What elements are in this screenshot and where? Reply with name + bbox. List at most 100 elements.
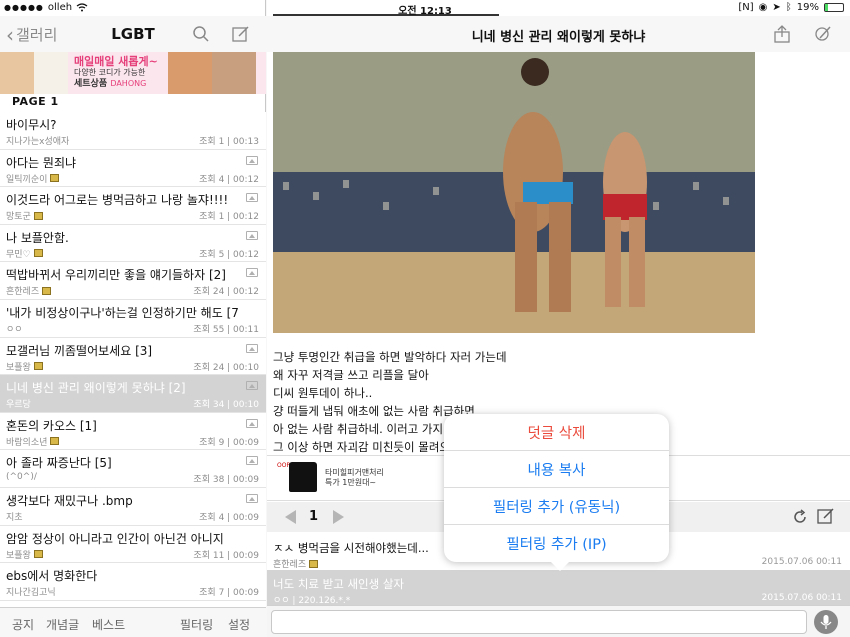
wrestling-photo-image bbox=[273, 52, 755, 333]
post-list-item[interactable]: 혼돈의 카오스 [1] 바람의소년 조회 9 | 00:09 bbox=[0, 412, 266, 451]
share-icon[interactable] bbox=[773, 25, 791, 43]
copy-content-button[interactable]: 내용 복사 bbox=[444, 451, 669, 488]
delete-comment-button[interactable]: 덧글 삭제 bbox=[444, 414, 669, 451]
post-author: 우르당 bbox=[6, 397, 31, 410]
ad-banner[interactable]: 매일매일 새롭게~ 다양한 코디가 가능한 세트상품 DAHONG bbox=[0, 52, 266, 94]
author-name: 무민♡ bbox=[6, 249, 31, 260]
write-comment-icon[interactable] bbox=[817, 507, 835, 525]
post-meta: 조회 11 | 00:09 bbox=[193, 550, 259, 561]
banner-model-image bbox=[0, 52, 34, 94]
post-title: 니네 병신 관리 왜이렇게 못하냐 bbox=[471, 30, 646, 45]
comment-action-popover: 덧글 삭제 내용 복사 필터링 추가 (유동닉) 필터링 추가 (IP) bbox=[444, 414, 669, 571]
author-name: 지나간김고닉 bbox=[6, 588, 56, 599]
gallery-title: LGBT bbox=[111, 25, 155, 43]
post-list-item[interactable]: 니네 병신 관리 왜이렇게 못하냐 [2] 우르당 조회 34 | 00:10 bbox=[0, 375, 266, 413]
post-title: 떡밥바뀌서 우리끼리만 좋을 얘기들하자 [2] bbox=[6, 268, 226, 283]
post-list-item[interactable]: 암암 정상이 아니라고 인간이 아닌건 아니지보플왕 조회 11 | 00:09 bbox=[0, 525, 266, 564]
banner-brand: DAHONG bbox=[110, 79, 147, 88]
status-bar: ●●●●● olleh 오전 12:13 [N] ◉ ➤ ᛒ 19% bbox=[0, 0, 850, 17]
post-list-item[interactable]: ebs에서 명화한다지나간김고닉 조회 7 | 00:09 bbox=[0, 563, 266, 601]
microphone-icon[interactable] bbox=[814, 610, 838, 634]
comment-date: 2015.07.06 00:11 bbox=[761, 593, 842, 603]
bluetooth-icon: ᛒ bbox=[785, 2, 792, 13]
member-badge-icon bbox=[42, 286, 52, 295]
member-badge-icon bbox=[33, 249, 43, 258]
post-title: 암암 정상이 아니라고 인간이 아닌건 아니지 bbox=[6, 531, 224, 546]
member-badge-icon bbox=[33, 550, 43, 559]
post-meta: 조회 4 | 00:09 bbox=[199, 512, 259, 523]
post-title: 생각보다 재밌구나 .bmp bbox=[6, 493, 133, 508]
member-badge-icon bbox=[50, 437, 60, 446]
author-name: 일틱끼순이 bbox=[6, 174, 48, 185]
post-meta: 조회 24 | 00:12 bbox=[193, 287, 259, 298]
post-author: (^0^)/ bbox=[6, 472, 37, 482]
left-nav-bar: ‹ 갤러리 LGBT bbox=[0, 16, 266, 52]
post-title: 아다는 뭔죄냐 bbox=[6, 155, 77, 170]
member-badge-icon bbox=[33, 211, 43, 220]
comment-input[interactable] bbox=[271, 610, 807, 634]
post-list-item[interactable]: 생각보다 재밌구나 .bmp 지초 조회 4 | 00:09 bbox=[0, 487, 266, 526]
post-meta: 조회 1 | 00:12 bbox=[199, 212, 259, 223]
location-icon: ➤ bbox=[772, 2, 781, 13]
next-page-icon[interactable] bbox=[333, 510, 344, 524]
tab-settings[interactable]: 설정 bbox=[228, 616, 250, 633]
tab-filtering[interactable]: 필터링 bbox=[180, 616, 213, 633]
image-attachment-icon bbox=[246, 381, 258, 391]
post-list-item[interactable]: 나 보플안함. 무민♡ 조회 5 | 00:12 bbox=[0, 224, 266, 263]
post-author: 무민♡ bbox=[6, 247, 43, 260]
post-list-item[interactable]: 아 졸라 짜증난다 [5] (^0^)/ 조회 38 | 00:09 bbox=[0, 450, 266, 488]
post-meta: 조회 4 | 00:12 bbox=[199, 174, 259, 185]
post-author: 지나가는x성애자 bbox=[6, 134, 69, 147]
banner-model-image bbox=[212, 52, 256, 94]
app-root: ●●●●● olleh 오전 12:13 [N] ◉ ➤ ᛒ 19% ‹ 갤러리… bbox=[0, 0, 850, 637]
post-list: 바이무시? 지나가는x성애자 조회 1 | 00:13 아다는 뭔죄냐 일틱끼순이 조회 … bbox=[0, 112, 266, 637]
n-badge: [N] bbox=[738, 2, 754, 13]
refresh-icon[interactable] bbox=[791, 508, 809, 526]
mic-glyph bbox=[820, 615, 832, 629]
post-title: ebs에서 명화한다 bbox=[6, 569, 98, 584]
post-meta: 조회 38 | 00:09 bbox=[193, 475, 259, 486]
author-name: 보플왕 bbox=[6, 550, 31, 561]
ad-line1: 타미힐피거맨처리 bbox=[325, 468, 384, 477]
image-attachment-icon bbox=[246, 193, 258, 203]
post-meta: 조회 1 | 00:13 bbox=[199, 137, 259, 147]
comment-item[interactable]: 너도 치료 받고 새인생 살자 ㅇㅇ | 220.126.*.* 2015.07.0… bbox=[267, 570, 850, 606]
post-photo bbox=[273, 52, 755, 333]
image-attachment-icon bbox=[246, 493, 258, 503]
post-list-item[interactable]: 떡밥바뀌서 우리끼리만 좋을 얘기들하자 [2] 흔한레즈 조회 24 | 00:1… bbox=[0, 262, 266, 300]
post-list-item[interactable]: 바이무시? 지나가는x성애자 조회 1 | 00:13 bbox=[0, 112, 266, 150]
post-list-item[interactable]: 아다는 뭔죄냐일틱끼순이 조회 4 | 00:12 bbox=[0, 149, 266, 188]
search-icon[interactable] bbox=[192, 25, 210, 43]
prev-page-icon[interactable] bbox=[285, 510, 296, 524]
tab-best[interactable]: 베스트 bbox=[92, 616, 125, 633]
page-label: PAGE 1 bbox=[12, 95, 59, 108]
image-attachment-icon bbox=[246, 418, 258, 428]
post-author: 지초 bbox=[6, 510, 23, 523]
post-list-item[interactable]: 이것드라 어그로는 병먹금하고 나랑 놀쟈!!!! 망토군 조회 1 | 00:12 bbox=[0, 187, 266, 225]
post-title: 모갤러님 끼좀떨어보세요 [3] bbox=[6, 343, 153, 358]
edit-icon[interactable] bbox=[814, 25, 832, 43]
filter-nickname-button[interactable]: 필터링 추가 (유동닉) bbox=[444, 488, 669, 525]
comment-author: 흔한레즈 bbox=[273, 557, 319, 570]
status-time: 오전 12:13 bbox=[398, 6, 452, 17]
member-badge-icon bbox=[50, 174, 60, 183]
comment-date: 2015.07.06 00:11 bbox=[761, 557, 842, 567]
comment-text: ㅈㅅ 병먹금을 시전해야했는데... bbox=[273, 541, 429, 555]
battery-percent: 19% bbox=[796, 2, 819, 13]
filter-ip-button[interactable]: 필터링 추가 (IP) bbox=[444, 525, 669, 562]
post-list-item[interactable]: 모갤러님 끼좀떨어보세요 [3] 보플왕 조회 24 | 00:10 bbox=[0, 337, 266, 376]
post-author: 지나간김고닉 bbox=[6, 585, 56, 598]
post-author: 흔한레즈 bbox=[6, 284, 52, 297]
post-title: 이것드라 어그로는 병먹금하고 나랑 놀쟈!!!! bbox=[6, 193, 229, 208]
post-author: 바람의소년 bbox=[6, 435, 60, 448]
ad-brand: OOPS bbox=[277, 462, 294, 469]
tab-notice[interactable]: 공지 bbox=[12, 616, 34, 633]
tab-concept[interactable]: 개념글 bbox=[46, 616, 79, 633]
post-list-item[interactable]: '내가 비정상이구나'하는걸 인정하기만 해도 [7] ㅇㅇ 조회 55 | 00:… bbox=[0, 299, 266, 338]
banner-sub1: 다양한 코디가 가능한 bbox=[74, 68, 146, 77]
author-name: 우르당 bbox=[6, 400, 31, 411]
author-name: 지나가는x성애자 bbox=[6, 137, 70, 147]
ad-line2: 특가 1만원대~ bbox=[325, 478, 377, 487]
post-meta: 조회 7 | 00:09 bbox=[199, 588, 259, 599]
compose-icon[interactable] bbox=[232, 25, 250, 43]
